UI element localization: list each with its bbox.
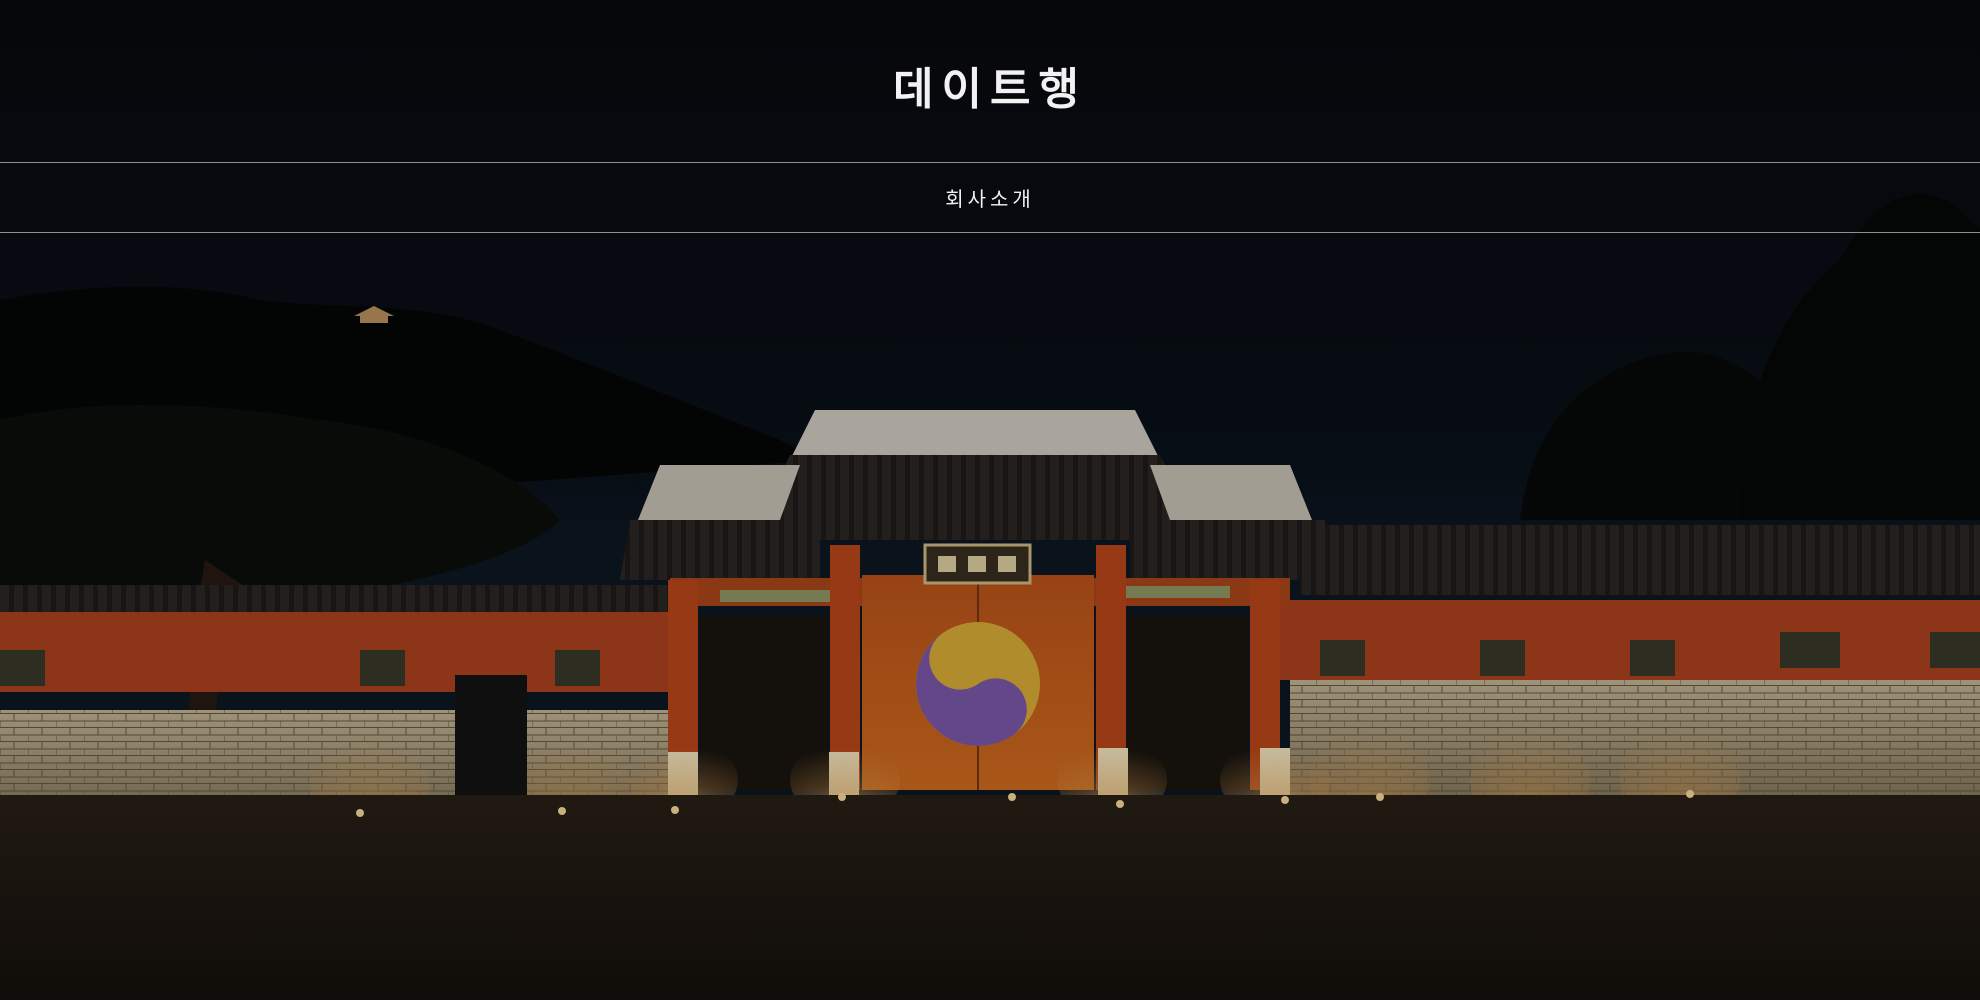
site-header: 데이트행	[0, 0, 1980, 162]
nav-item-company-intro[interactable]: 회사소개	[945, 183, 1035, 212]
site-title-link[interactable]: 데이트행	[893, 45, 1087, 117]
main-nav: 회사소개	[0, 162, 1980, 233]
page: 데이트행 회사소개	[0, 0, 1980, 1000]
